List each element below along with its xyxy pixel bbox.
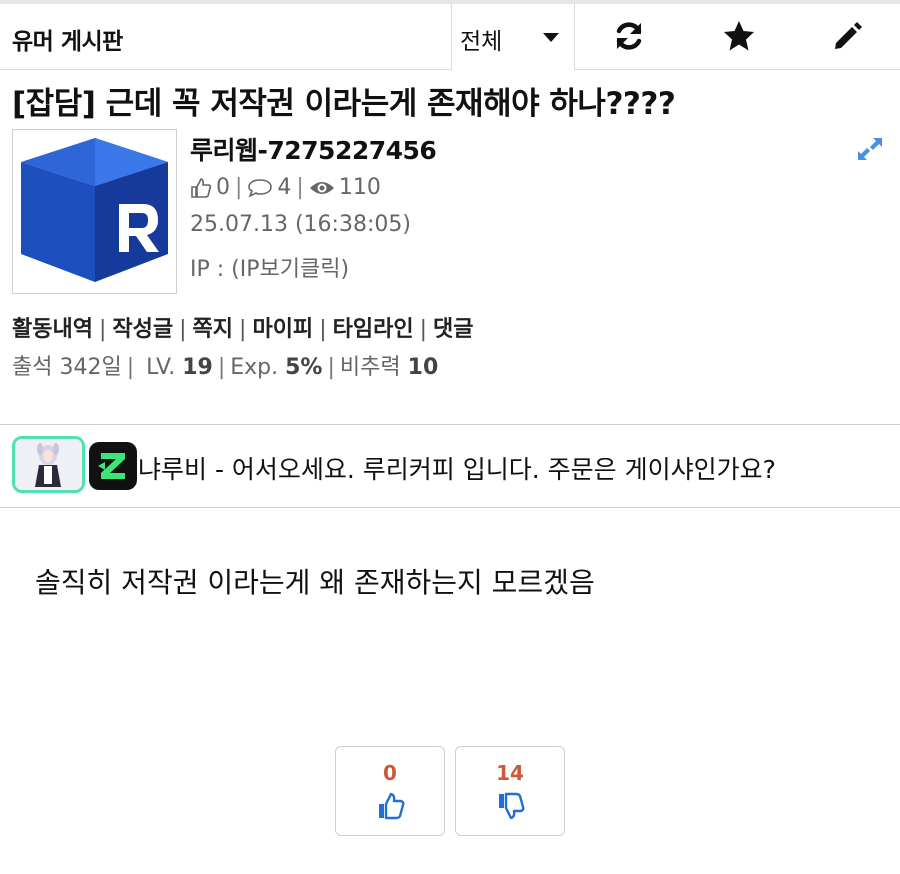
refresh-button[interactable] xyxy=(607,14,651,58)
attendance: 출석 342일 xyxy=(12,355,122,380)
eye-icon xyxy=(309,181,334,194)
link-activity[interactable]: 활동내역 xyxy=(12,317,93,342)
author-avatar[interactable] xyxy=(12,129,177,294)
profile-meta: 출석 342일 | LV. 19 | Exp. 5% | 비추력 10 xyxy=(12,355,439,380)
filter-selected-value: 전체 xyxy=(460,29,503,55)
category-filter-select[interactable]: 전체 xyxy=(451,4,575,70)
refresh-icon xyxy=(616,22,642,50)
exp-value: 5% xyxy=(285,355,323,380)
downvote-button[interactable]: 14 xyxy=(455,746,565,836)
stats-separator: | xyxy=(296,175,304,200)
thumbs-up-icon xyxy=(191,177,212,198)
chevron-down-icon xyxy=(543,33,559,42)
recommend-label: 비추력 xyxy=(339,355,401,380)
z-badge-icon xyxy=(89,442,137,490)
exp-label: Exp. xyxy=(230,355,279,380)
level-value: 19 xyxy=(182,355,213,380)
downvote-count: 14 xyxy=(496,761,524,785)
write-button[interactable] xyxy=(825,14,869,58)
upvote-count: 0 xyxy=(383,761,397,785)
upvote-button[interactable]: 0 xyxy=(335,746,445,836)
profile-links: 활동내역 | 작성글 | 쪽지 | 마이피 | 타임라인 | 댓글 xyxy=(12,317,474,342)
level-label: LV. xyxy=(146,355,176,380)
thumbs-up-icon xyxy=(379,792,405,820)
link-message[interactable]: 쪽지 xyxy=(193,317,233,342)
thumbs-down-icon xyxy=(499,792,525,820)
board-title: 유머 게시판 xyxy=(12,29,123,55)
comment-count: 4 xyxy=(277,175,292,200)
pencil-icon xyxy=(835,22,862,49)
comment-icon xyxy=(248,178,273,198)
expand-icon[interactable] xyxy=(855,134,885,164)
star-icon xyxy=(724,21,754,51)
section-divider xyxy=(0,424,900,425)
post-date: 25.07.13 (16:38:05) xyxy=(190,212,411,237)
character-avatar xyxy=(12,436,85,493)
recommend-value: 10 xyxy=(407,355,439,380)
z-badge-glyph xyxy=(98,453,125,479)
link-posts[interactable]: 작성글 xyxy=(112,317,173,342)
ip-view-link[interactable]: IP : (IP보기클릭) xyxy=(190,251,349,283)
view-count: 110 xyxy=(338,175,381,200)
post-title: [잡담] 근데 꼭 저작권 이라는게 존재해야 하나???? xyxy=(12,86,676,122)
character-greeting: 냐루비 - 어서오세요. 루리커피 입니다. 주문은 게이샤인가요? xyxy=(138,455,776,484)
author-name[interactable]: 루리웹-7275227456 xyxy=(190,131,437,167)
post-body: 솔직히 저작권 이라는게 왜 존재하는지 모르겠음 xyxy=(35,566,595,599)
stats-separator: | xyxy=(235,175,243,200)
link-mypi[interactable]: 마이피 xyxy=(252,317,313,342)
like-count: 0 xyxy=(216,175,230,200)
board-header: 유머 게시판 전체 xyxy=(0,4,900,70)
section-divider xyxy=(0,507,900,508)
link-timeline[interactable]: 타임라인 xyxy=(333,317,414,342)
post-stats: 0 | 4 | 110 xyxy=(190,175,381,200)
character-icon xyxy=(15,439,82,490)
link-comments[interactable]: 댓글 xyxy=(433,317,473,342)
favorite-button[interactable] xyxy=(717,14,761,58)
ruliweb-logo-icon xyxy=(21,138,168,282)
